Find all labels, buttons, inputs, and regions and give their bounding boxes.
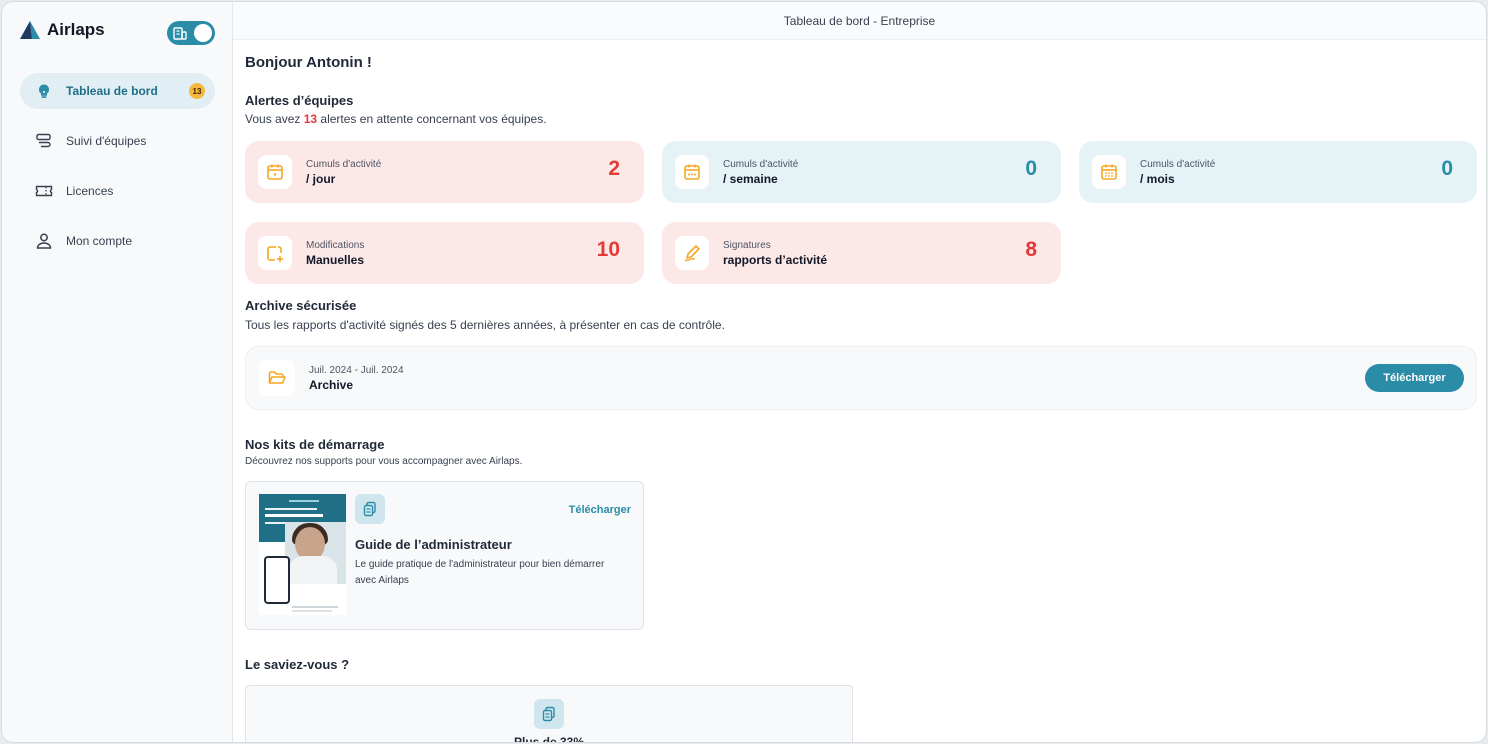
kit-card-admin-guide[interactable]: Télécharger Guide de l’administrateur Le… [245, 481, 644, 630]
archive-label: Archive [309, 377, 354, 392]
ticket-icon [34, 181, 54, 201]
cover-footer-line [292, 610, 332, 612]
document-copy-icon [355, 494, 385, 524]
kits-title: Nos kits de démarrage [245, 437, 385, 452]
folder-open-icon [259, 360, 295, 396]
card-label: Modifications [306, 239, 365, 251]
sidebar-item-licences[interactable]: Licences [20, 173, 215, 209]
alerts-subtitle: Vous avez 13 alertes en attente concerna… [245, 112, 547, 126]
card-count: 10 [596, 238, 620, 261]
alerts-subtitle-suffix: alertes en attente concernant vos équipe… [317, 112, 547, 126]
tip-card: Plus de 33% [245, 685, 853, 743]
card-count: 2 [608, 157, 620, 180]
sidebar-item-label: Mon compte [66, 234, 133, 248]
card-count: 8 [1025, 238, 1037, 261]
alerts-title: Alertes d’équipes [245, 93, 354, 108]
card-period: Manuelles [306, 252, 365, 267]
sidebar-nav: Tableau de bord 13 Suivi d'équipes Licen… [20, 73, 215, 273]
app-name: Airlaps [47, 20, 105, 39]
card-count: 0 [1441, 157, 1453, 180]
kits-subtitle: Découvrez nos supports pour vous accompa… [245, 456, 523, 467]
card-label: Signatures [723, 239, 771, 251]
cover-title-line [265, 514, 323, 517]
lightbulb-icon [34, 81, 54, 101]
archive-title: Archive sécurisée [245, 298, 357, 313]
app-window: Airlaps Tableau de bord 13 Suivi d'équip… [1, 1, 1487, 743]
document-copy-icon [534, 699, 564, 729]
sidebar-item-label: Tableau de bord [66, 84, 158, 98]
airlaps-logo-icon [20, 21, 40, 39]
cover-logo-line [289, 500, 319, 502]
guide-cover-thumbnail [259, 494, 346, 615]
kit-title: Guide de l’administrateur [355, 537, 512, 552]
calendar-day-icon [258, 155, 292, 189]
card-label: Cumuls d'activité [1140, 158, 1216, 170]
edit-add-icon [258, 236, 292, 270]
kit-description: Le guide pratique de l'administrateur po… [355, 559, 605, 586]
signature-icon [675, 236, 709, 270]
cover-title-line [265, 508, 317, 510]
building-icon [173, 27, 187, 40]
archive-download-button[interactable]: Télécharger [1365, 364, 1464, 392]
alert-card-manual-edits[interactable]: Modifications Manuelles 10 [245, 222, 644, 284]
card-period: / semaine [723, 171, 778, 186]
user-icon [34, 231, 54, 251]
card-label: Cumuls d'activité [723, 158, 799, 170]
sidebar-item-team-tracking[interactable]: Suivi d'équipes [20, 123, 215, 159]
alerts-badge: 13 [189, 83, 205, 99]
window-title: Tableau de bord - Entreprise [783, 13, 936, 28]
calendar-month-icon [1092, 155, 1126, 189]
team-tracking-icon [34, 131, 54, 151]
alert-card-signatures[interactable]: Signatures rapports d’activité 8 [662, 222, 1061, 284]
cover-photo-body [289, 556, 337, 584]
tip-title: Le saviez-vous ? [245, 657, 350, 672]
alert-card-weekly[interactable]: Cumuls d'activité / semaine 0 [662, 141, 1061, 203]
company-mode-toggle[interactable] [167, 21, 215, 45]
cover-footer-line [292, 606, 338, 608]
card-label: Cumuls d'activité [306, 158, 382, 170]
sidebar-item-dashboard[interactable]: Tableau de bord 13 [20, 73, 215, 109]
greeting: Bonjour Antonin ! [245, 54, 372, 71]
sidebar: Airlaps Tableau de bord 13 Suivi d'équip… [2, 2, 233, 742]
tip-text: Plus de 33% [513, 735, 585, 743]
window-title-bar: Tableau de bord - Entreprise [233, 2, 1486, 40]
archive-period: Juil. 2024 - Juil. 2024 [309, 364, 404, 376]
alerts-subtitle-prefix: Vous avez [245, 112, 304, 126]
sidebar-item-account[interactable]: Mon compte [20, 223, 215, 259]
sidebar-item-label: Licences [66, 184, 114, 198]
archive-row: Juil. 2024 - Juil. 2024 Archive Téléchar… [245, 346, 1477, 410]
alert-card-monthly[interactable]: Cumuls d'activité / mois 0 [1079, 141, 1477, 203]
card-period: / mois [1140, 171, 1175, 186]
alert-card-daily[interactable]: Cumuls d'activité / jour 2 [245, 141, 644, 203]
card-count: 0 [1025, 157, 1037, 180]
card-period: rapports d’activité [723, 252, 828, 267]
app-logo[interactable]: Airlaps [19, 20, 105, 40]
card-period: / jour [306, 171, 336, 186]
toggle-knob [194, 24, 212, 42]
phone-illustration-icon [264, 556, 290, 604]
kit-download-link[interactable]: Télécharger [569, 504, 631, 516]
sidebar-item-label: Suivi d'équipes [66, 134, 147, 148]
alerts-count: 13 [303, 112, 318, 126]
archive-subtitle: Tous les rapports d'activité signés des … [245, 318, 725, 332]
calendar-week-icon [675, 155, 709, 189]
